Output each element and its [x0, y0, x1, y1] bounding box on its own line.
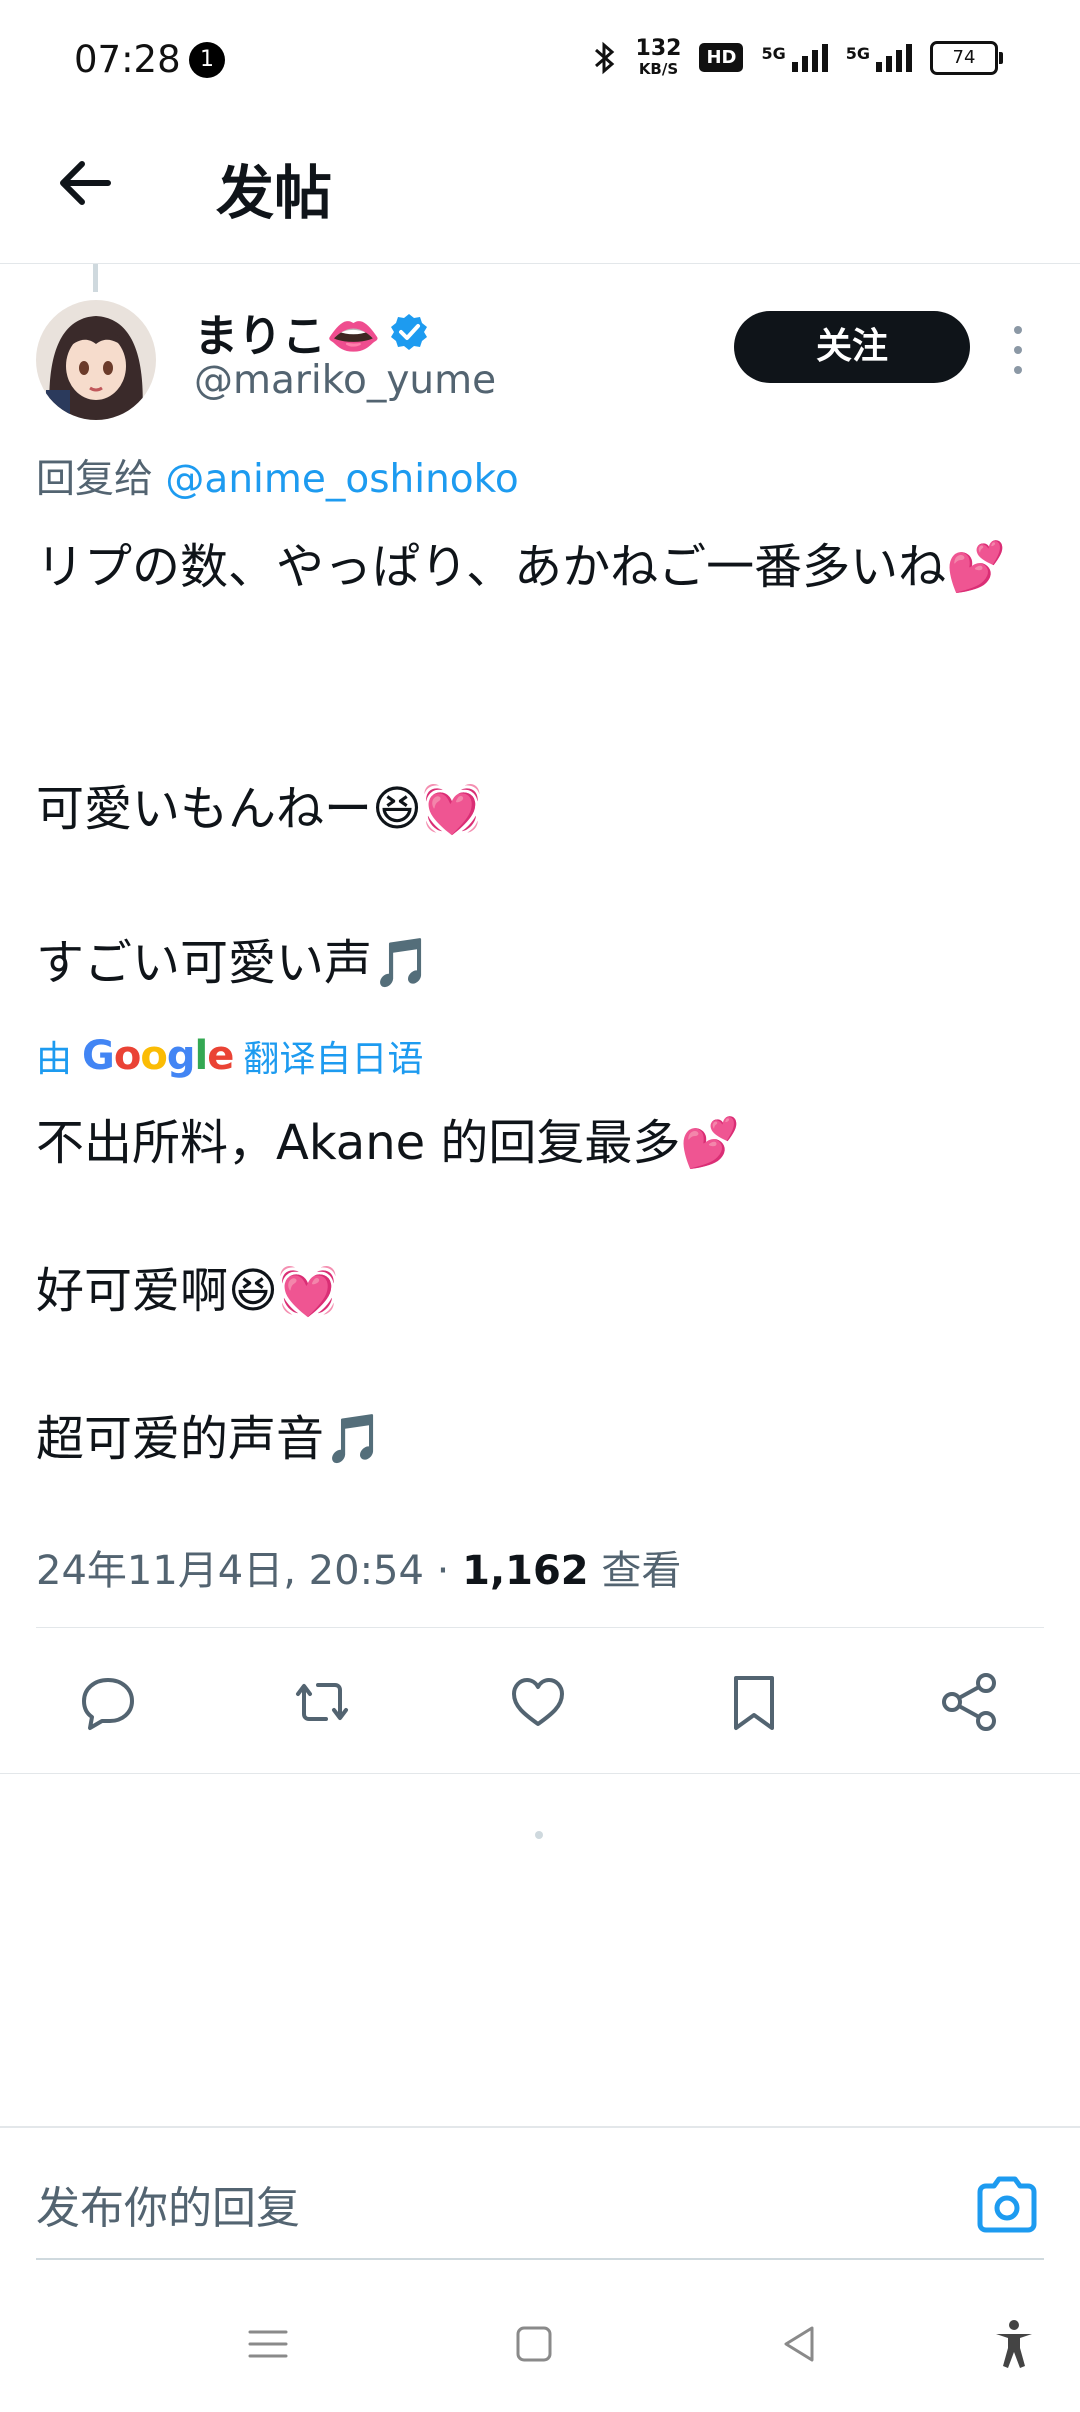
view-count: 1,162 [462, 1548, 589, 1594]
network-speed-value: 132 [635, 36, 682, 61]
reply-prefix: 回复给 [36, 457, 154, 502]
bluetooth-icon [594, 41, 614, 74]
heart-icon [512, 1678, 564, 1726]
more-options-button[interactable] [1004, 320, 1032, 380]
battery-icon: 74 [930, 40, 1003, 75]
share-icon [942, 1673, 996, 1731]
comment-icon [82, 1678, 134, 1730]
avatar-image [36, 300, 156, 420]
signal-strength-icon-1: 5G [761, 43, 828, 72]
notification-badge: 1 [189, 42, 225, 78]
status-time: 07:28 [74, 38, 181, 81]
translation-attribution[interactable]: 由 Google 翻译自日语 [36, 1030, 423, 1082]
reply-input-underline [36, 2258, 1044, 2260]
accessibility-button[interactable] [986, 2316, 1042, 2372]
network-speed-unit: KB/S [638, 60, 679, 78]
reply-button[interactable] [76, 1670, 140, 1734]
signal-label-2: 5G [845, 43, 870, 63]
signal-strength-icon-2: 5G [845, 43, 912, 72]
back-button[interactable] [50, 148, 120, 218]
status-icons: 132 KB/S HD 5G 5G 74 [592, 38, 1003, 77]
repost-icon [296, 1683, 348, 1721]
more-dot-icon [1014, 366, 1022, 374]
share-button[interactable] [938, 1670, 1002, 1734]
author-name-row[interactable]: まりこ👄 [194, 300, 429, 364]
network-speed: 132 KB/S [636, 38, 682, 77]
loading-indicator [535, 1831, 543, 1839]
post-text-line: 可愛いもんねー😆💓 [36, 781, 482, 837]
translated-text-line: 超可爱的声音🎵 [36, 1411, 384, 1467]
follow-button[interactable]: 关注 [734, 311, 970, 383]
nav-back-button[interactable] [772, 2316, 828, 2372]
views-label: 查看 [601, 1548, 682, 1594]
more-dot-icon [1014, 346, 1022, 354]
nav-home-button[interactable] [506, 2316, 562, 2372]
post-text-line: すごい可愛い声🎵 [36, 935, 432, 991]
camera-button[interactable] [974, 2172, 1040, 2238]
bookmark-button[interactable] [722, 1670, 786, 1734]
hd-voice-icon: HD [699, 43, 744, 72]
header-divider [0, 263, 1080, 264]
translate-prefix: 由 [36, 1039, 73, 1080]
reply-input[interactable]: 发布你的回复 [36, 2172, 300, 2236]
triangle-back-icon [784, 2326, 814, 2362]
meta-separator: · [436, 1548, 450, 1594]
arrow-left-icon [60, 161, 111, 205]
meta-divider [36, 1627, 1044, 1628]
reply-to-line: 回复给 @anime_oshinoko [36, 448, 519, 504]
signal-label-1: 5G [761, 43, 786, 63]
translate-suffix: 翻译自日语 [243, 1039, 424, 1080]
post-metadata: 24年11月4日, 20:54 · 1,162 查看 [36, 1538, 681, 1596]
actions-divider [0, 1773, 1080, 1774]
reply-bar-divider [0, 2126, 1080, 2128]
post-timestamp: 24年11月4日, 20:54 [36, 1548, 424, 1594]
post-text-line: リプの数、やっぱり、あかねご一番多いね💕 [36, 539, 1006, 595]
avatar[interactable] [36, 300, 156, 420]
more-dot-icon [1014, 326, 1022, 334]
author-name: まりこ👄 [194, 311, 381, 362]
author-handle[interactable]: @mariko_yume [194, 358, 496, 403]
like-button[interactable] [506, 1670, 570, 1734]
verified-badge-icon [390, 314, 427, 350]
bookmark-icon [734, 1676, 774, 1730]
repost-button[interactable] [290, 1670, 354, 1734]
square-icon [516, 2326, 552, 2362]
accessibility-icon [996, 2320, 1032, 2368]
page-title: 发帖 [216, 159, 333, 227]
nav-menu-button[interactable] [240, 2316, 296, 2372]
menu-icon [248, 2330, 288, 2358]
camera-icon [977, 2176, 1037, 2233]
google-logo: Google [82, 1033, 234, 1079]
reply-to-handle-link[interactable]: @anime_oshinoko [165, 457, 518, 502]
thread-connector-line [93, 264, 98, 292]
translated-text-line: 好可爱啊😆💓 [36, 1263, 338, 1319]
translated-text-line: 不出所料，Akane 的回复最多💕 [36, 1115, 741, 1171]
